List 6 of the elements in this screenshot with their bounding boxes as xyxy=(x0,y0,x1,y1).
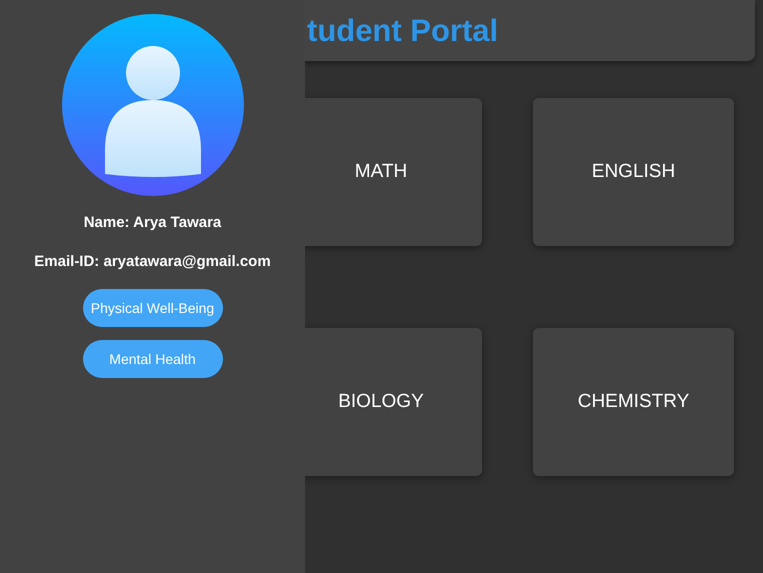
subject-card[interactable]: ENGLISH xyxy=(533,98,734,246)
user-name: Name: Arya Tawara xyxy=(84,213,222,233)
subject-card[interactable]: CHEMISTRY xyxy=(533,328,734,476)
avatar-icon xyxy=(62,14,244,196)
page-title: tudent Portal xyxy=(307,15,498,46)
user-email: Email-ID: aryatawara@gmail.com xyxy=(34,252,271,272)
